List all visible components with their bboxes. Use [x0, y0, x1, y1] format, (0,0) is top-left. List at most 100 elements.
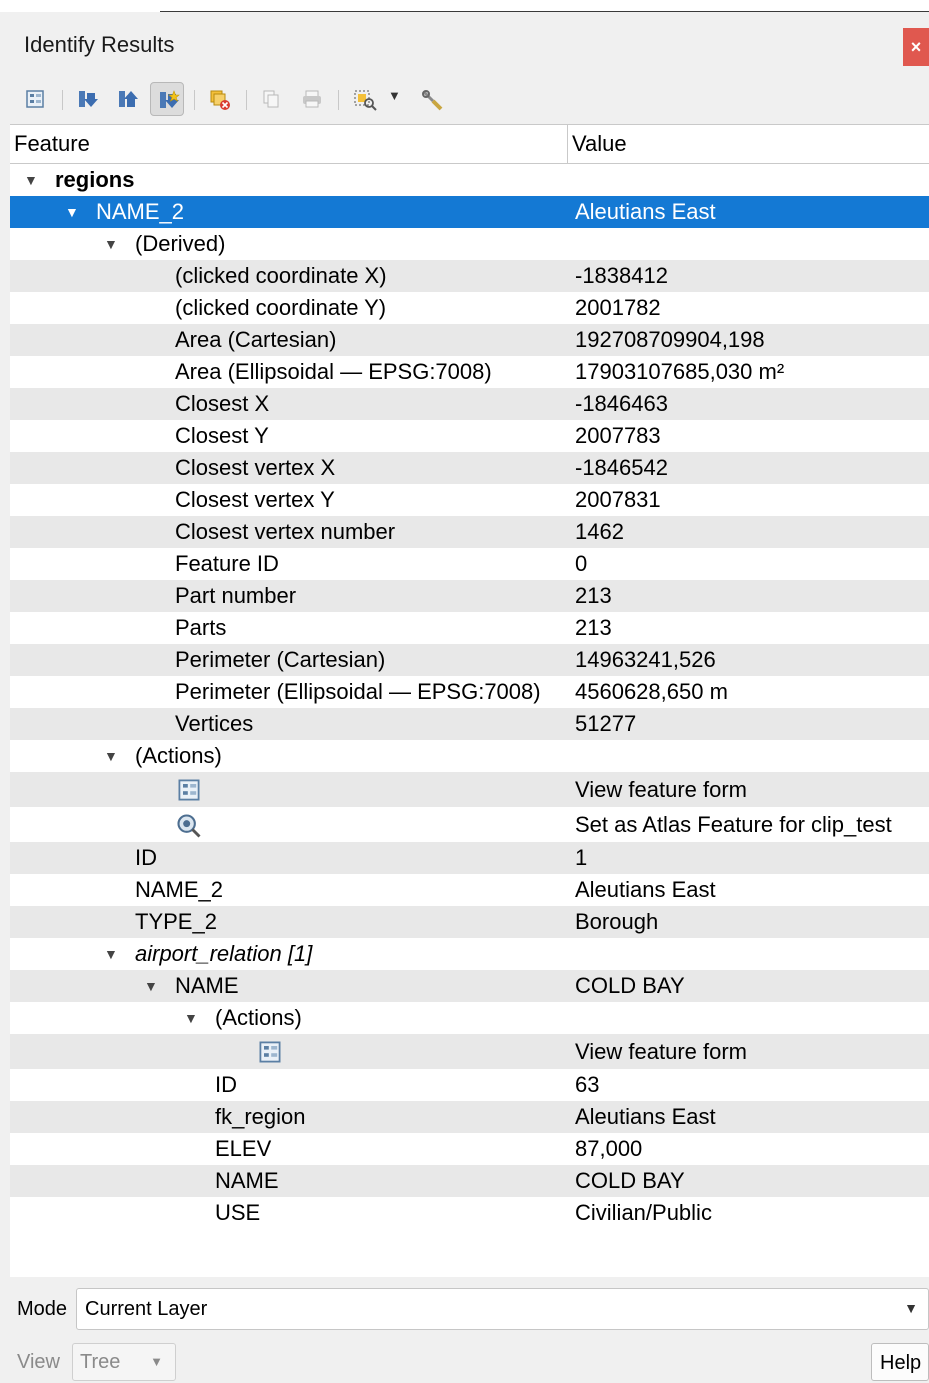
- tree-row-feature: Closest Y: [175, 423, 269, 448]
- tree-row-relation[interactable]: ▼ airport_relation [1]: [10, 938, 929, 970]
- title-bar: Identify Results ×: [0, 12, 929, 72]
- view-select[interactable]: Tree ▼: [72, 1343, 176, 1381]
- select-features-icon: [354, 90, 377, 111]
- tree-row[interactable]: fk_region Aleutians East: [10, 1101, 929, 1133]
- tree-row-feature: Area (Ellipsoidal — EPSG:7008): [175, 359, 492, 384]
- column-divider[interactable]: [567, 125, 568, 163]
- tree-row-feature: Closest vertex Y: [175, 487, 335, 512]
- expand-arrow-icon[interactable]: ▼: [104, 228, 118, 260]
- view-feature-form-action[interactable]: View feature form: [575, 772, 747, 807]
- tree-row-selected[interactable]: ▼ NAME_2 Aleutians East: [10, 196, 929, 228]
- tree-row-value: -1846463: [575, 391, 668, 416]
- feature-column-header[interactable]: Feature: [14, 131, 90, 157]
- tree-row-feature: NAME: [215, 1168, 279, 1193]
- tree-row-value: -1838412: [575, 263, 668, 288]
- expand-new-results-button[interactable]: [150, 82, 184, 116]
- collapse-all-icon: [119, 91, 138, 107]
- tree-row-value: 1462: [575, 519, 624, 544]
- tree-row[interactable]: Area (Cartesian) 192708709904,198: [10, 324, 929, 356]
- tree-row[interactable]: USE Civilian/Public: [10, 1197, 929, 1229]
- toolbar-separator: [338, 90, 339, 110]
- tree-row-value: Civilian/Public: [575, 1200, 712, 1225]
- expand-all-icon: [79, 91, 98, 107]
- close-button[interactable]: ×: [903, 28, 929, 66]
- window-title: Identify Results: [24, 32, 175, 57]
- tree-row[interactable]: Area (Ellipsoidal — EPSG:7008) 1790310768…: [10, 356, 929, 388]
- atlas-feature-icon: [177, 814, 201, 838]
- tree-row[interactable]: TYPE_2 Borough: [10, 906, 929, 938]
- toolbar: ▼: [10, 72, 929, 124]
- view-feature-form-action[interactable]: View feature form: [575, 1034, 747, 1069]
- tree-row[interactable]: (clicked coordinate X) -1838412: [10, 260, 929, 292]
- expand-arrow-icon[interactable]: ▼: [65, 196, 79, 228]
- tree-row[interactable]: (clicked coordinate Y) 2001782: [10, 292, 929, 324]
- chevron-down-icon: ▼: [904, 1300, 918, 1316]
- print-button[interactable]: [294, 82, 328, 116]
- results-tree[interactable]: Feature Value ▼ regions ▼ NAME_2 Aleutia…: [10, 124, 929, 1278]
- tree-row-feature: (clicked coordinate Y): [175, 295, 387, 320]
- feature-form-button[interactable]: [18, 82, 52, 116]
- tree-row[interactable]: Feature ID 0: [10, 548, 929, 580]
- tree-row-related-feature[interactable]: ▼ NAME COLD BAY: [10, 970, 929, 1002]
- tree-row-feature: ID: [215, 1072, 237, 1097]
- set-atlas-feature-action[interactable]: Set as Atlas Feature for clip_test: [575, 807, 892, 842]
- tree-row[interactable]: ELEV 87,000: [10, 1133, 929, 1165]
- tree-row[interactable]: Vertices 51277: [10, 708, 929, 740]
- expand-arrow-icon[interactable]: ▼: [104, 740, 118, 772]
- tree-row-value: 87,000: [575, 1136, 643, 1161]
- tree-row-feature: fk_region: [215, 1104, 306, 1129]
- tree-row[interactable]: NAME COLD BAY: [10, 1165, 929, 1197]
- expand-new-results-icon: [160, 90, 180, 108]
- tree-row[interactable]: NAME_2 Aleutians East: [10, 874, 929, 906]
- tree-row-value: 1: [575, 845, 588, 870]
- mode-select[interactable]: Current Layer ▼: [76, 1288, 929, 1330]
- tree-row[interactable]: Perimeter (Cartesian) 14963241,526: [10, 644, 929, 676]
- tree-row-action[interactable]: View feature form: [10, 772, 929, 807]
- expand-arrow-icon[interactable]: ▼: [104, 938, 118, 970]
- feature-form-icon: [178, 779, 200, 801]
- tree-row-action[interactable]: Set as Atlas Feature for clip_test: [10, 807, 929, 842]
- tree-row[interactable]: Parts 213: [10, 612, 929, 644]
- tree-row[interactable]: Closest Y 2007783: [10, 420, 929, 452]
- tree-row-action[interactable]: View feature form: [10, 1034, 929, 1069]
- identify-settings-button[interactable]: [414, 82, 448, 116]
- tree-row[interactable]: ID 1: [10, 842, 929, 874]
- chevron-down-icon: ▼: [388, 88, 401, 103]
- tree-row-feature: Area (Cartesian): [175, 327, 337, 352]
- select-features-button[interactable]: ▼: [346, 82, 410, 116]
- expand-arrow-icon[interactable]: ▼: [184, 1002, 198, 1034]
- collapse-all-button[interactable]: [110, 82, 144, 116]
- tree-row-value: 192708709904,198: [575, 327, 765, 352]
- tree-row-group[interactable]: ▼ (Actions): [10, 740, 929, 772]
- value-column-header[interactable]: Value: [572, 131, 627, 157]
- tree-row[interactable]: Closest X -1846463: [10, 388, 929, 420]
- clear-results-button[interactable]: [202, 82, 236, 116]
- tree-row[interactable]: Closest vertex Y 2007831: [10, 484, 929, 516]
- tree-row-group[interactable]: ▼ (Actions): [10, 1002, 929, 1034]
- tree-row[interactable]: Closest vertex X -1846542: [10, 452, 929, 484]
- tree-row-value: Aleutians East: [575, 1104, 716, 1129]
- toolbar-separator: [246, 90, 247, 110]
- help-button[interactable]: Help: [871, 1343, 929, 1381]
- view-label: View: [17, 1351, 60, 1373]
- tree-row[interactable]: Perimeter (Ellipsoidal — EPSG:7008) 45606…: [10, 676, 929, 708]
- tree-row[interactable]: Part number 213: [10, 580, 929, 612]
- tree-row-feature: Closest X: [175, 391, 270, 416]
- copy-feature-button[interactable]: [254, 82, 288, 116]
- tree-row-feature: (Actions): [135, 743, 222, 768]
- tree-row[interactable]: ID 63: [10, 1069, 929, 1101]
- expand-arrow-icon[interactable]: ▼: [24, 164, 38, 196]
- tree-row[interactable]: Closest vertex number 1462: [10, 516, 929, 548]
- tree-row-feature: NAME_2: [96, 199, 185, 224]
- tree-row-group[interactable]: ▼ (Derived): [10, 228, 929, 260]
- tree-row-layer[interactable]: ▼ regions: [10, 164, 929, 196]
- tree-row-value: Aleutians East: [575, 877, 716, 902]
- tree-row-value: 4560628,650 m: [575, 679, 728, 704]
- toolbar-separator: [194, 90, 195, 110]
- tree-row-value: 2001782: [575, 295, 661, 320]
- tree-row-feature: NAME: [175, 973, 239, 998]
- tree-row-value: COLD BAY: [575, 973, 685, 998]
- expand-all-button[interactable]: [70, 82, 104, 116]
- tree-row-value: 17903107685,030 m²: [575, 359, 785, 384]
- expand-arrow-icon[interactable]: ▼: [144, 970, 158, 1002]
